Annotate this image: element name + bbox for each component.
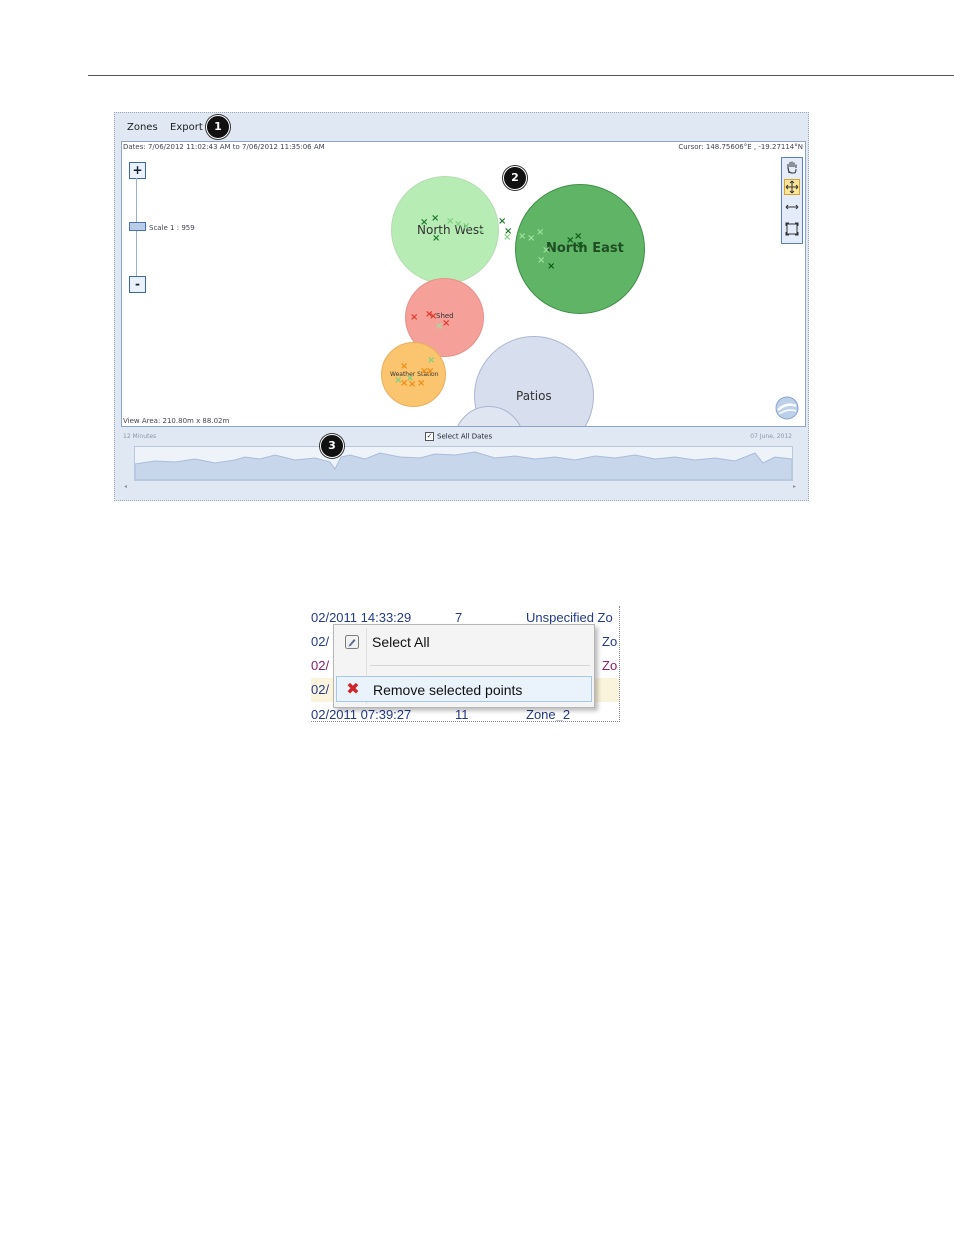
timeline-activity-graph xyxy=(134,451,793,481)
callout-3: 3 xyxy=(320,434,344,458)
point-marker[interactable]: × xyxy=(432,234,440,244)
view-area-label: View Area: 210.80m x 88.02m xyxy=(123,417,230,425)
row-zone: Zo xyxy=(602,634,618,649)
callout-2: 2 xyxy=(503,166,527,190)
point-marker[interactable]: × xyxy=(410,313,418,323)
zoom-slider-thumb[interactable] xyxy=(129,222,146,231)
point-marker[interactable]: × xyxy=(503,233,511,243)
map-canvas[interactable]: Dates: 7/06/2012 11:02:43 AM to 7/06/201… xyxy=(121,141,806,427)
point-marker[interactable]: × xyxy=(431,214,439,224)
select-all-dates-label: Select All Dates xyxy=(437,432,493,441)
move-icon[interactable] xyxy=(784,179,800,195)
edit-icon xyxy=(344,634,360,650)
zoom-in-button[interactable]: + xyxy=(129,162,146,179)
menu-item-label: Select All xyxy=(372,634,430,650)
red-x-icon: ✖ xyxy=(346,681,360,698)
extent-icon[interactable] xyxy=(784,222,800,238)
row-date: 02/ xyxy=(311,634,330,649)
zoom-out-button[interactable]: - xyxy=(129,276,146,293)
select-all-dates-checkbox[interactable]: ✓ Select All Dates xyxy=(425,432,492,441)
timeline-panel: 12 Minutes ✓ Select All Dates 07 June, 20… xyxy=(115,428,808,500)
point-marker[interactable]: × xyxy=(518,232,526,242)
map-dates: Dates: 7/06/2012 11:02:43 AM to 7/06/201… xyxy=(123,143,325,151)
point-marker[interactable]: × xyxy=(408,380,416,390)
menu-item-remove-selected-points[interactable]: ✖ Remove selected points xyxy=(336,676,592,702)
measure-icon[interactable] xyxy=(784,200,800,216)
timeline-scroll-right-icon[interactable]: ▸ xyxy=(793,483,796,490)
menu-export[interactable]: Export xyxy=(170,122,203,133)
timeline-scroll-left-icon[interactable]: ◂ xyxy=(124,483,127,490)
point-marker[interactable]: × xyxy=(576,241,584,251)
cursor-coordinates: Cursor: 148.75606°E , -19.27114°N xyxy=(678,143,803,151)
point-marker[interactable]: × xyxy=(426,367,434,377)
point-marker[interactable]: × xyxy=(547,262,555,272)
row-date: 02/ xyxy=(311,658,330,673)
hand-icon[interactable] xyxy=(784,160,800,176)
row-zone: Zo xyxy=(602,658,618,673)
context-menu-screenshot: 02/2011 14:33:29 7 Unspecified Zo 02/ Zo… xyxy=(311,606,620,722)
menu-divider xyxy=(370,665,590,666)
map-app-screenshot: Zones Export 1 Dates: 7/06/2012 11:02:43… xyxy=(114,112,809,501)
menu-item-select-all[interactable]: Select All xyxy=(336,629,592,655)
zone-label-north-east: North East xyxy=(546,241,624,256)
page-rule xyxy=(88,75,954,76)
timeline-start-label: 12 Minutes xyxy=(123,433,157,440)
timeline-end-label: 07 June, 2012 xyxy=(750,433,792,440)
context-menu: Select All ✖ Remove selected points xyxy=(333,624,595,708)
row-date: 02/ xyxy=(311,682,330,697)
callout-1: 1 xyxy=(206,115,230,139)
map-tool-palette xyxy=(781,157,803,244)
point-marker[interactable]: × xyxy=(435,322,443,332)
zone-label-patios: Patios xyxy=(516,389,552,403)
scale-label: Scale 1 : 959 xyxy=(149,224,195,232)
menu-zones[interactable]: Zones xyxy=(127,122,158,133)
point-marker[interactable]: × xyxy=(420,218,428,228)
point-marker[interactable]: × xyxy=(417,379,425,389)
checkbox-check-icon[interactable]: ✓ xyxy=(425,432,434,441)
point-marker[interactable]: × xyxy=(536,228,544,238)
point-marker[interactable]: × xyxy=(462,222,470,232)
globe-icon xyxy=(775,396,799,420)
point-marker[interactable]: × xyxy=(527,234,535,244)
point-marker[interactable]: × xyxy=(400,362,408,372)
point-marker[interactable]: × xyxy=(477,226,485,236)
menu-item-label: Remove selected points xyxy=(373,682,523,698)
point-marker[interactable]: × xyxy=(537,256,545,266)
timeline-track[interactable] xyxy=(134,446,793,481)
point-marker[interactable]: × xyxy=(427,356,435,366)
